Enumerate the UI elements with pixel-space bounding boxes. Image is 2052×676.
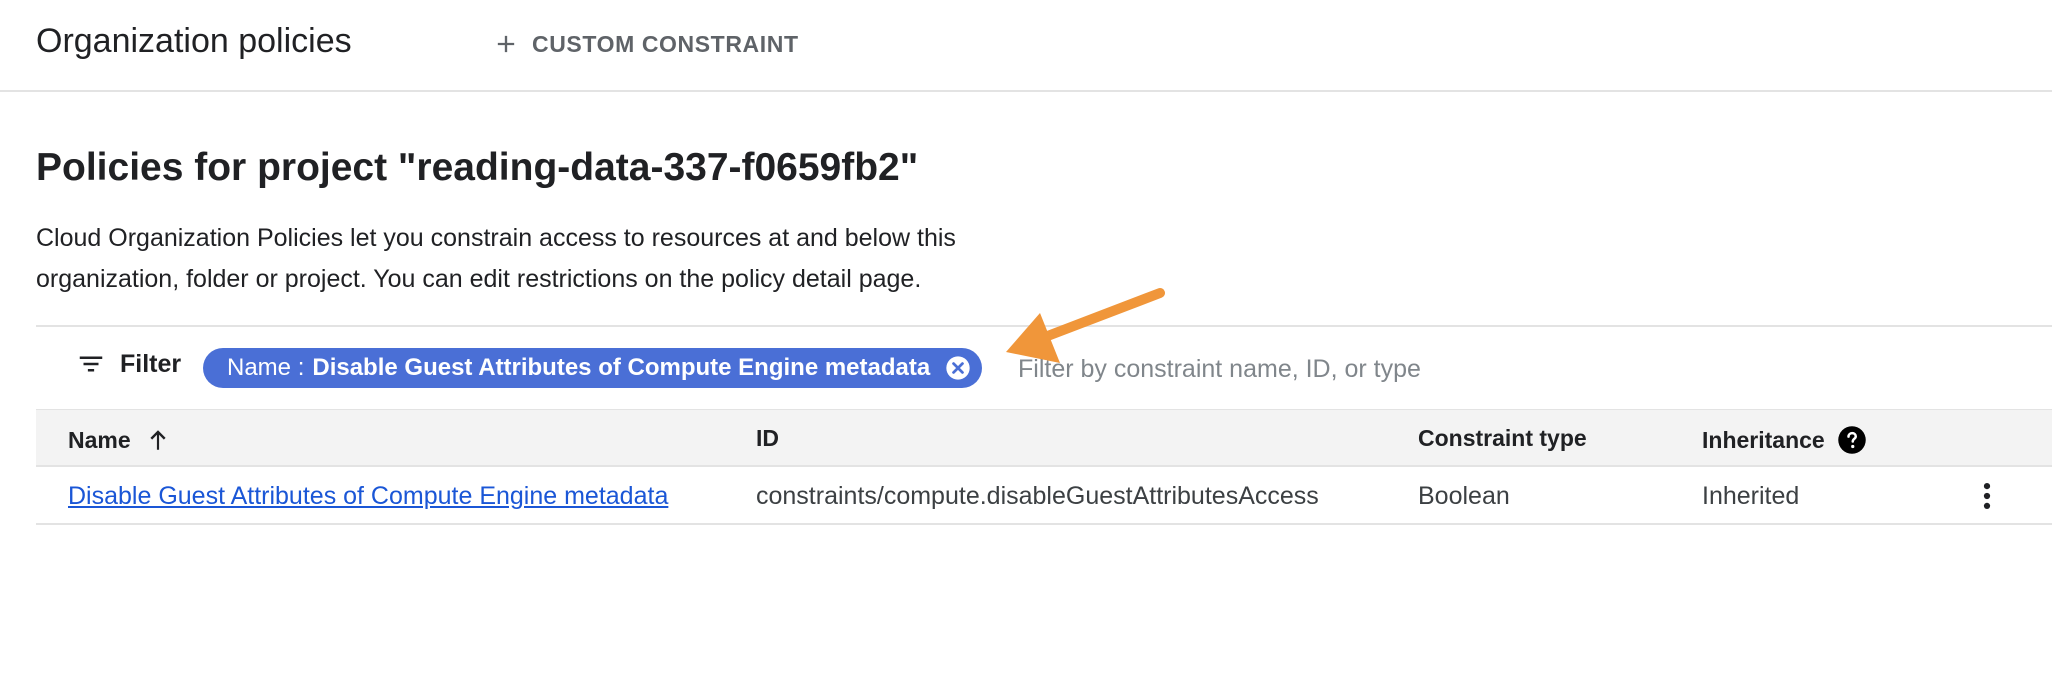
policies-table: Name ID Constraint type Inheritance Disa… bbox=[36, 409, 2052, 525]
section-description: Cloud Organization Policies let you cons… bbox=[36, 224, 956, 293]
plus-icon bbox=[497, 35, 515, 53]
filter-button[interactable]: Filter bbox=[76, 349, 181, 379]
more-vert-icon[interactable] bbox=[1970, 479, 2004, 513]
table-row: Disable Guest Attributes of Compute Engi… bbox=[36, 467, 2052, 525]
custom-constraint-button[interactable]: CUSTOM CONSTRAINT bbox=[492, 24, 799, 64]
policy-id: constraints/compute.disableGuestAttribut… bbox=[756, 482, 1319, 510]
custom-constraint-label: CUSTOM CONSTRAINT bbox=[532, 30, 799, 57]
column-header-inheritance[interactable]: Inheritance bbox=[1702, 425, 1867, 455]
column-header-name[interactable]: Name bbox=[68, 425, 171, 455]
filter-chip-key: Name : bbox=[227, 354, 305, 381]
filter-lines-icon bbox=[79, 356, 103, 372]
policy-inheritance: Inherited bbox=[1702, 482, 1800, 510]
policy-constraint-type: Boolean bbox=[1418, 482, 1510, 510]
filter-chip-value: Disable Guest Attributes of Compute Engi… bbox=[312, 354, 931, 381]
column-header-inheritance-label: Inheritance bbox=[1702, 426, 1825, 453]
column-header-type[interactable]: Constraint type bbox=[1418, 425, 1587, 452]
column-header-name-label: Name bbox=[68, 426, 131, 453]
top-bar: Organization policies CUSTOM CONSTRAINT bbox=[0, 0, 2052, 92]
policy-name-link[interactable]: Disable Guest Attributes of Compute Engi… bbox=[68, 482, 668, 510]
column-header-id[interactable]: ID bbox=[756, 425, 779, 452]
filter-chip[interactable]: Name : Disable Guest Attributes of Compu… bbox=[203, 348, 983, 388]
annotation-arrow-icon bbox=[1006, 288, 1165, 363]
arrow-up-icon[interactable] bbox=[145, 425, 171, 455]
filter-label: Filter bbox=[120, 349, 182, 378]
page-title: Organization policies bbox=[36, 22, 352, 60]
close-circle-icon[interactable] bbox=[944, 354, 972, 382]
section-heading: Policies for project "reading-data-337-f… bbox=[36, 146, 919, 189]
table-header: Name ID Constraint type Inheritance bbox=[36, 409, 2052, 467]
help-circle-icon[interactable] bbox=[1837, 425, 1867, 455]
